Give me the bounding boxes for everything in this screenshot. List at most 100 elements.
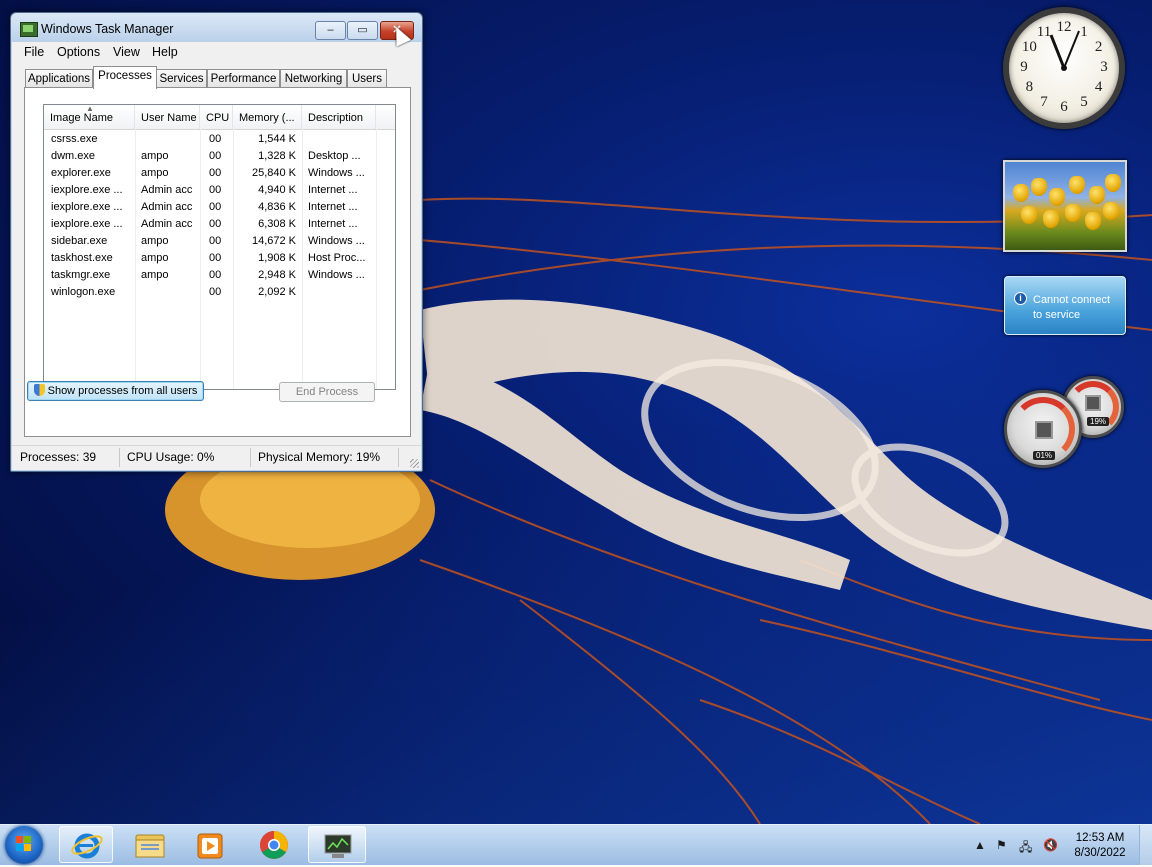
- internet-explorer-icon: [71, 833, 103, 859]
- menu-help[interactable]: Help: [148, 44, 182, 60]
- task-manager-window[interactable]: Windows Task Manager – ▭ ✕ File Options …: [10, 12, 423, 472]
- cell-description: Internet ...: [308, 218, 358, 230]
- cell-description: Windows ...: [308, 269, 365, 281]
- table-row[interactable]: dwm.exe ampo 00 1,328 K Desktop ...: [44, 148, 395, 165]
- column-memory[interactable]: Memory (...: [233, 105, 302, 129]
- clock-gadget[interactable]: 12 1 2 3 4 5 6 7 8 9 10 11: [1003, 7, 1125, 129]
- show-hidden-icons-arrow-icon[interactable]: ▲: [974, 838, 986, 852]
- task-manager-icon: [324, 834, 352, 858]
- taskbar-explorer[interactable]: [123, 826, 177, 863]
- cell-memory: 25,840 K: [251, 167, 296, 179]
- table-row[interactable]: explorer.exe ampo 00 25,840 K Windows ...: [44, 165, 395, 182]
- column-image-name[interactable]: ▲ Image Name: [44, 105, 135, 129]
- processes-panel: ▲ Image Name User Name CPU Memory (... D…: [24, 87, 411, 437]
- menu-file[interactable]: File: [20, 44, 48, 60]
- cell-image: csrss.exe: [51, 133, 98, 145]
- cell-cpu: 00: [209, 252, 222, 264]
- column-description[interactable]: Description: [302, 105, 376, 129]
- maximize-icon: ▭: [357, 24, 368, 36]
- cell-description: Internet ...: [308, 184, 358, 196]
- tab-services[interactable]: Services: [156, 69, 207, 88]
- title-bar[interactable]: Windows Task Manager – ▭ ✕: [11, 13, 422, 43]
- cell-cpu: 00: [209, 167, 222, 179]
- minimize-button[interactable]: –: [315, 21, 346, 40]
- taskbar-internet-explorer[interactable]: [59, 826, 113, 863]
- window-client: Applications Processes Services Performa…: [12, 62, 421, 470]
- cell-description: Host Proc...: [308, 252, 366, 264]
- menu-options[interactable]: Options: [53, 44, 104, 60]
- cell-description: Desktop ...: [308, 150, 361, 162]
- cell-user: ampo: [141, 235, 169, 247]
- table-row[interactable]: iexplore.exe ... Admin acc 00 4,836 K Intern…: [44, 199, 395, 216]
- slideshow-gadget[interactable]: [1003, 160, 1127, 252]
- cpu-gauge[interactable]: 01%: [1004, 390, 1082, 468]
- status-bar: Processes: 39 CPU Usage: 0% Physical Mem…: [12, 445, 421, 470]
- tab-applications[interactable]: Applications: [25, 69, 93, 88]
- memory-gauge-label: 19%: [1087, 417, 1110, 426]
- column-label: Memory (...: [239, 112, 295, 124]
- memory-chip-icon: [1085, 395, 1101, 411]
- cell-user: ampo: [141, 150, 169, 162]
- maximize-button[interactable]: ▭: [347, 21, 378, 40]
- taskbar-clock[interactable]: 12:53 AM 8/30/2022: [1068, 831, 1132, 861]
- table-row[interactable]: iexplore.exe ... Admin acc 00 6,308 K Intern…: [44, 216, 395, 233]
- end-process-button[interactable]: End Process: [279, 382, 375, 402]
- chrome-icon: [260, 831, 288, 859]
- cell-description: Internet ...: [308, 201, 358, 213]
- cell-cpu: 00: [209, 269, 222, 281]
- cell-cpu: 00: [209, 286, 222, 298]
- cell-memory: 6,308 K: [258, 218, 296, 230]
- cell-user: ampo: [141, 167, 169, 179]
- cell-memory: 4,940 K: [258, 184, 296, 196]
- status-memory: Physical Memory: 19%: [258, 450, 381, 464]
- process-list[interactable]: ▲ Image Name User Name CPU Memory (... D…: [43, 104, 396, 390]
- column-cpu[interactable]: CPU: [200, 105, 233, 129]
- show-all-processes-button[interactable]: Show processes from all users: [27, 381, 204, 401]
- tab-networking[interactable]: Networking: [280, 69, 347, 88]
- table-row[interactable]: iexplore.exe ... Admin acc 00 4,940 K Intern…: [44, 182, 395, 199]
- cell-memory: 1,908 K: [258, 252, 296, 264]
- network-icon[interactable]: 🖧: [1019, 838, 1032, 859]
- cell-cpu: 00: [209, 201, 222, 213]
- column-label: User Name: [141, 112, 197, 124]
- cell-image: winlogon.exe: [51, 286, 116, 298]
- cell-image: taskmgr.exe: [51, 269, 111, 281]
- column-user-name[interactable]: User Name: [135, 105, 200, 129]
- cell-memory: 2,948 K: [258, 269, 296, 281]
- table-row[interactable]: taskhost.exe ampo 00 1,908 K Host Proc...: [44, 250, 395, 267]
- tab-users[interactable]: Users: [347, 69, 387, 88]
- clock-hands: [1049, 30, 1080, 71]
- taskbar-task-manager[interactable]: [308, 826, 366, 863]
- start-button[interactable]: [5, 826, 43, 864]
- table-row[interactable]: csrss.exe 00 1,544 K: [44, 131, 395, 148]
- cell-user: Admin acc: [141, 218, 193, 230]
- weather-gadget[interactable]: i Cannot connect to service: [1004, 276, 1126, 335]
- table-row[interactable]: winlogon.exe 00 2,092 K: [44, 284, 395, 301]
- status-processes: Processes: 39: [20, 450, 97, 464]
- show-desktop-button[interactable]: [1139, 825, 1152, 865]
- taskbar-media-player[interactable]: [183, 826, 237, 863]
- tab-processes[interactable]: Processes: [93, 66, 157, 89]
- resize-grip[interactable]: [410, 459, 419, 468]
- cell-image: iexplore.exe ...: [51, 201, 123, 213]
- column-label: Image Name: [50, 112, 113, 124]
- menu-view[interactable]: View: [109, 44, 144, 60]
- cpu-gauge-label: 01%: [1033, 451, 1056, 460]
- volume-muted-icon[interactable]: 🔇: [1043, 838, 1058, 852]
- cell-cpu: 00: [209, 218, 222, 230]
- task-manager-icon: [20, 22, 38, 37]
- cell-image: taskhost.exe: [51, 252, 113, 264]
- taskbar-chrome[interactable]: [247, 826, 301, 863]
- clock-time: 12:53 AM: [1075, 832, 1125, 844]
- taskbar: ▲ ⚑ 🖧 🔇 12:53 AM 8/30/2022: [0, 824, 1152, 865]
- folder-icon: [135, 834, 165, 858]
- cell-user: Admin acc: [141, 184, 193, 196]
- table-row[interactable]: sidebar.exe ampo 00 14,672 K Windows ...: [44, 233, 395, 250]
- cell-user: Admin acc: [141, 201, 193, 213]
- cell-memory: 2,092 K: [258, 286, 296, 298]
- cell-memory: 1,328 K: [258, 150, 296, 162]
- action-center-flag-icon[interactable]: ⚑: [996, 838, 1007, 852]
- clock-date: 8/30/2022: [1074, 847, 1126, 859]
- tab-performance[interactable]: Performance: [207, 69, 280, 88]
- table-row[interactable]: taskmgr.exe ampo 00 2,948 K Windows ...: [44, 267, 395, 284]
